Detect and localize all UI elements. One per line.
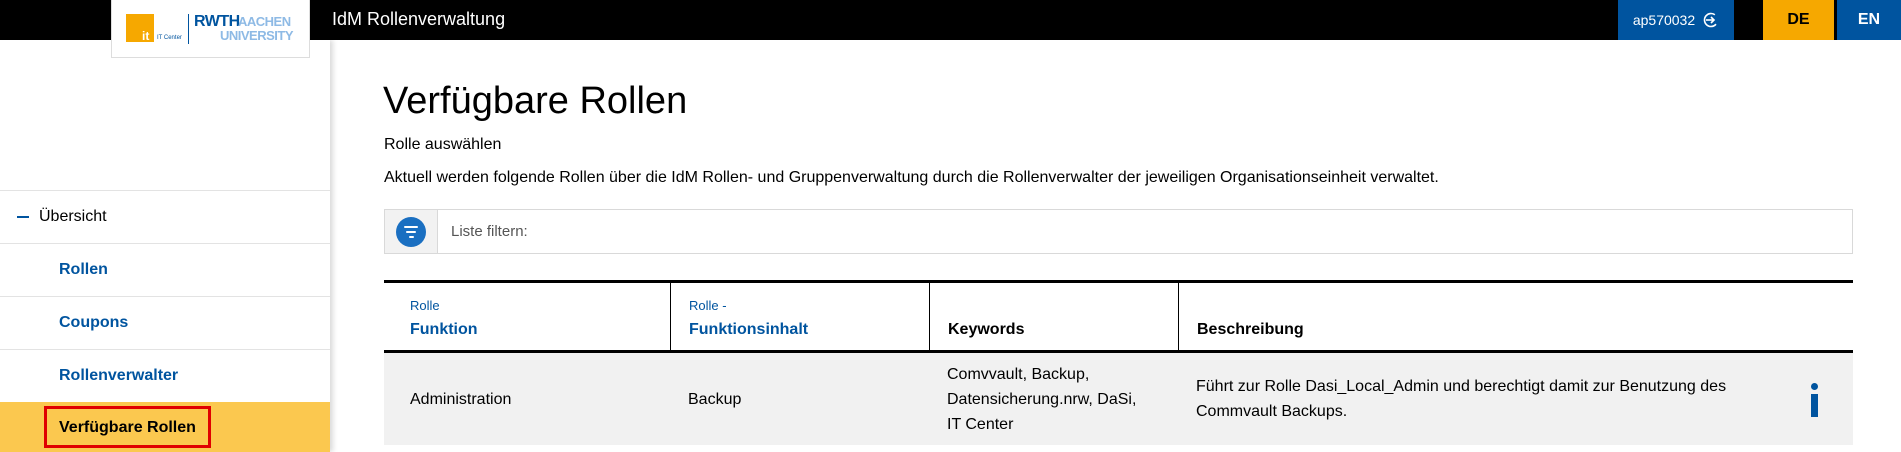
roles-table: Rolle Funktion Rolle - Funktionsinhalt K… bbox=[384, 280, 1853, 445]
sidebar-item-verfuegbare-rollen[interactable]: Verfügbare Rollen bbox=[0, 402, 330, 452]
logout-icon bbox=[1703, 12, 1719, 28]
keyword-line: Comvvault, Backup, bbox=[947, 366, 1090, 383]
lang-en-button[interactable]: EN bbox=[1834, 0, 1901, 40]
filter-input[interactable] bbox=[451, 210, 1841, 253]
page-title: Verfügbare Rollen bbox=[383, 80, 688, 122]
sidebar-item-overview[interactable]: Übersicht bbox=[0, 190, 330, 243]
column-header-label: Beschreibung bbox=[1197, 321, 1304, 338]
sidebar-item-coupons[interactable]: Coupons bbox=[0, 296, 330, 349]
column-header-label: Funktionsinhalt bbox=[689, 321, 809, 338]
description-line: Commvault Backups. bbox=[1196, 403, 1348, 420]
keyword-line: IT Center bbox=[947, 416, 1014, 433]
sidebar-item-label: Übersicht bbox=[39, 208, 107, 225]
cell-keywords: Comvvault, Backup, Datensicherung.nrw, D… bbox=[947, 362, 1136, 437]
user-logout-button[interactable]: ap570032 bbox=[1618, 0, 1734, 40]
app-title: IdM Rollenverwaltung bbox=[332, 9, 506, 29]
description-line: Führt zur Rolle Dasi_Local_Admin und ber… bbox=[1196, 378, 1727, 395]
column-header-keywords: Keywords bbox=[929, 283, 1178, 350]
column-header-funktion[interactable]: Rolle Funktion bbox=[384, 283, 670, 350]
logo[interactable]: it IT Center RWTH AACHEN UNIVERSITY bbox=[111, 0, 310, 58]
lang-de-button[interactable]: DE bbox=[1763, 0, 1834, 40]
column-header-small: Rolle - bbox=[689, 298, 727, 313]
collapse-icon bbox=[17, 216, 29, 218]
user-id: ap570032 bbox=[1632, 12, 1696, 28]
cell-funktion: Administration bbox=[410, 391, 512, 408]
filter-bar bbox=[384, 209, 1853, 254]
column-header-label: Keywords bbox=[948, 321, 1025, 338]
page-description: Aktuell werden folgende Rollen über die … bbox=[384, 169, 1439, 186]
info-icon[interactable] bbox=[1808, 383, 1820, 419]
column-header-beschreibung: Beschreibung bbox=[1178, 283, 1853, 350]
sidebar-item-rollenverwalter[interactable]: Rollenverwalter bbox=[0, 349, 330, 402]
table-row[interactable]: Administration Backup Comvvault, Backup,… bbox=[384, 353, 1853, 445]
it-center-logo-mark bbox=[126, 14, 154, 42]
column-header-small: Rolle bbox=[410, 298, 440, 313]
logo-aachen-text: AACHEN bbox=[238, 14, 291, 29]
filter-button[interactable] bbox=[385, 210, 438, 253]
column-header-funktionsinhalt[interactable]: Rolle - Funktionsinhalt bbox=[670, 283, 930, 350]
column-header-label: Funktion bbox=[410, 321, 478, 338]
keyword-line: Datensicherung.nrw, DaSi, bbox=[947, 391, 1137, 408]
sidebar: Übersicht Rollen Coupons Rollenverwalter… bbox=[0, 40, 330, 452]
logo-divider bbox=[188, 14, 189, 44]
logo-university-text: UNIVERSITY bbox=[220, 28, 294, 43]
sidebar-item-rollen[interactable]: Rollen bbox=[0, 243, 330, 296]
page-subtitle: Rolle auswählen bbox=[384, 136, 502, 153]
logo-it-text: it bbox=[142, 29, 150, 43]
sidebar-item-label: Verfügbare Rollen bbox=[44, 406, 211, 448]
table-header: Rolle Funktion Rolle - Funktionsinhalt K… bbox=[384, 283, 1853, 353]
cell-beschreibung: Führt zur Rolle Dasi_Local_Admin und ber… bbox=[1196, 374, 1726, 424]
cell-funktionsinhalt: Backup bbox=[688, 391, 742, 408]
logo-it-center-text: IT Center bbox=[157, 35, 182, 41]
filter-icon bbox=[396, 216, 426, 247]
